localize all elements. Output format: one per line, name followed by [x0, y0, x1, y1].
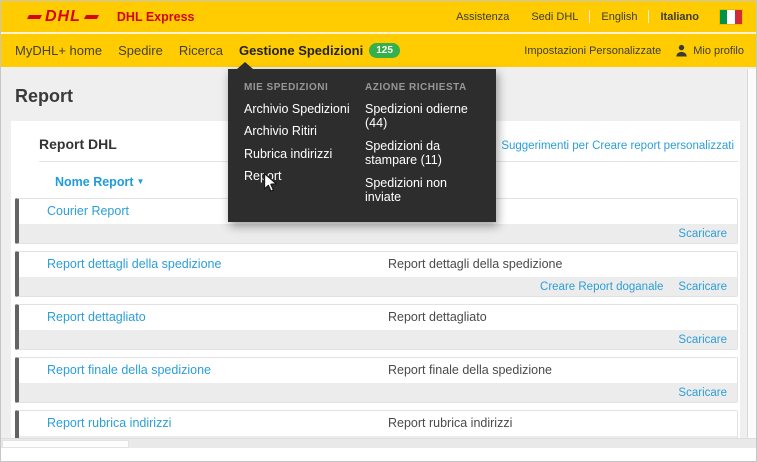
report-name-link[interactable]: Courier Report: [47, 204, 129, 218]
footer-strip: [1, 448, 756, 461]
row-action-download[interactable]: Scaricare: [678, 334, 727, 346]
menu-column-header: MIE SPEDIZIONI: [244, 82, 329, 93]
gestione-spedizioni-dropdown: MIE SPEDIZIONI Archivio Spedizioni Archiv…: [228, 61, 496, 223]
report-name-link[interactable]: Report finale della spedizione: [47, 363, 211, 377]
link-assistenza[interactable]: Assistenza: [445, 11, 520, 23]
my-profile-label: Mio profilo: [693, 44, 744, 57]
menu-column: AZIONE RICHIESTA Spedizioni odierne (44)…: [365, 82, 486, 212]
nav-item-mydhl-home[interactable]: MyDHL+ home: [7, 43, 110, 58]
personal-settings-link[interactable]: Impostazioni Personalizzate: [524, 45, 661, 57]
sort-header-label: Nome Report: [55, 175, 134, 189]
main-nav-bar: MyDHL+ home Spedire Ricerca Gestione Spe…: [1, 34, 756, 67]
report-name-link[interactable]: Report dettagliato: [47, 310, 146, 324]
top-utility-bar: DHL DHL Express Assistenza Sedi DHL Engl…: [1, 1, 756, 34]
menu-item[interactable]: Spedizioni non inviate: [365, 176, 478, 205]
suggestions-link[interactable]: Suggerimenti per Creare report personali…: [501, 140, 734, 152]
row-action-customs[interactable]: Creare Report doganale: [540, 281, 663, 293]
row-action-download[interactable]: Scaricare: [678, 281, 727, 293]
vertical-scrollbar[interactable]: [747, 69, 756, 439]
link-sedi-dhl[interactable]: Sedi DHL: [520, 11, 589, 23]
nav-item-ricerca[interactable]: Ricerca: [171, 43, 231, 58]
dhl-logo-icon[interactable]: DHL: [26, 7, 99, 26]
my-profile-link[interactable]: Mio profilo: [675, 44, 744, 57]
report-description: Report finale della spedizione: [388, 363, 552, 377]
row-actions: Scaricare: [19, 330, 737, 349]
horizontal-scrollbar-thumb[interactable]: [2, 440, 129, 448]
cursor-pointer-icon: [263, 172, 277, 192]
card-title: Report DHL: [39, 136, 117, 152]
logo-dash-left-icon: [26, 14, 43, 19]
menu-item[interactable]: Rubrica indirizzi: [244, 147, 357, 161]
report-description: Report dettagli della spedizione: [388, 257, 563, 271]
report-row: Report dettagli della spedizione Report …: [15, 251, 738, 297]
nav-items: MyDHL+ home Spedire Ricerca Gestione Spe…: [7, 43, 408, 58]
logo-text: DHL: [45, 7, 81, 25]
shipment-count-badge: 125: [369, 43, 400, 58]
link-english[interactable]: English: [590, 11, 648, 23]
link-italiano[interactable]: Italiano: [649, 11, 710, 23]
menu-item[interactable]: Spedizioni odierne (44): [365, 102, 478, 131]
report-description: Report rubrica indirizzi: [388, 416, 513, 430]
nav-right: Impostazioni Personalizzate Mio profilo: [524, 44, 756, 57]
browser-viewport: DHL DHL Express Assistenza Sedi DHL Engl…: [0, 0, 757, 462]
nav-item-spedire[interactable]: Spedire: [110, 43, 171, 58]
menu-item[interactable]: Archivio Spedizioni: [244, 102, 357, 116]
row-actions: Scaricare: [19, 224, 737, 243]
italy-flag-icon[interactable]: [720, 9, 742, 24]
row-action-download[interactable]: Scaricare: [678, 387, 727, 399]
report-description: Report dettagliato: [388, 310, 487, 324]
sort-desc-icon: ▼: [136, 177, 145, 186]
nav-item-label: Gestione Spedizioni: [238, 43, 364, 58]
report-row: Report dettagliato Report dettagliato Sc…: [15, 304, 738, 350]
menu-item[interactable]: Spedizioni da stampare (11): [365, 139, 478, 168]
menu-column-header: AZIONE RICHIESTA: [365, 82, 467, 93]
report-name-link[interactable]: Report dettagli della spedizione: [47, 257, 221, 271]
logo-dash-right-icon: [83, 14, 99, 19]
product-title: DHL Express: [116, 9, 195, 24]
row-actions: Creare Report doganale Scaricare: [19, 277, 737, 296]
report-name-link[interactable]: Report rubrica indirizzi: [47, 416, 171, 430]
menu-item[interactable]: Archivio Ritiri: [244, 124, 357, 138]
report-row: Report finale della spedizione Report fi…: [15, 357, 738, 403]
horizontal-scrollbar[interactable]: [1, 438, 756, 448]
row-actions: Scaricare: [19, 383, 737, 402]
report-rows: Courier Report Courier Report Scaricare …: [15, 198, 738, 456]
row-action-download[interactable]: Scaricare: [678, 228, 727, 240]
nav-item-gestione-spedizioni[interactable]: Gestione Spedizioni 125: [231, 43, 408, 58]
utility-links: Assistenza Sedi DHL English Italiano: [445, 9, 756, 24]
person-icon: [676, 44, 688, 57]
menu-item[interactable]: Report: [244, 169, 357, 183]
